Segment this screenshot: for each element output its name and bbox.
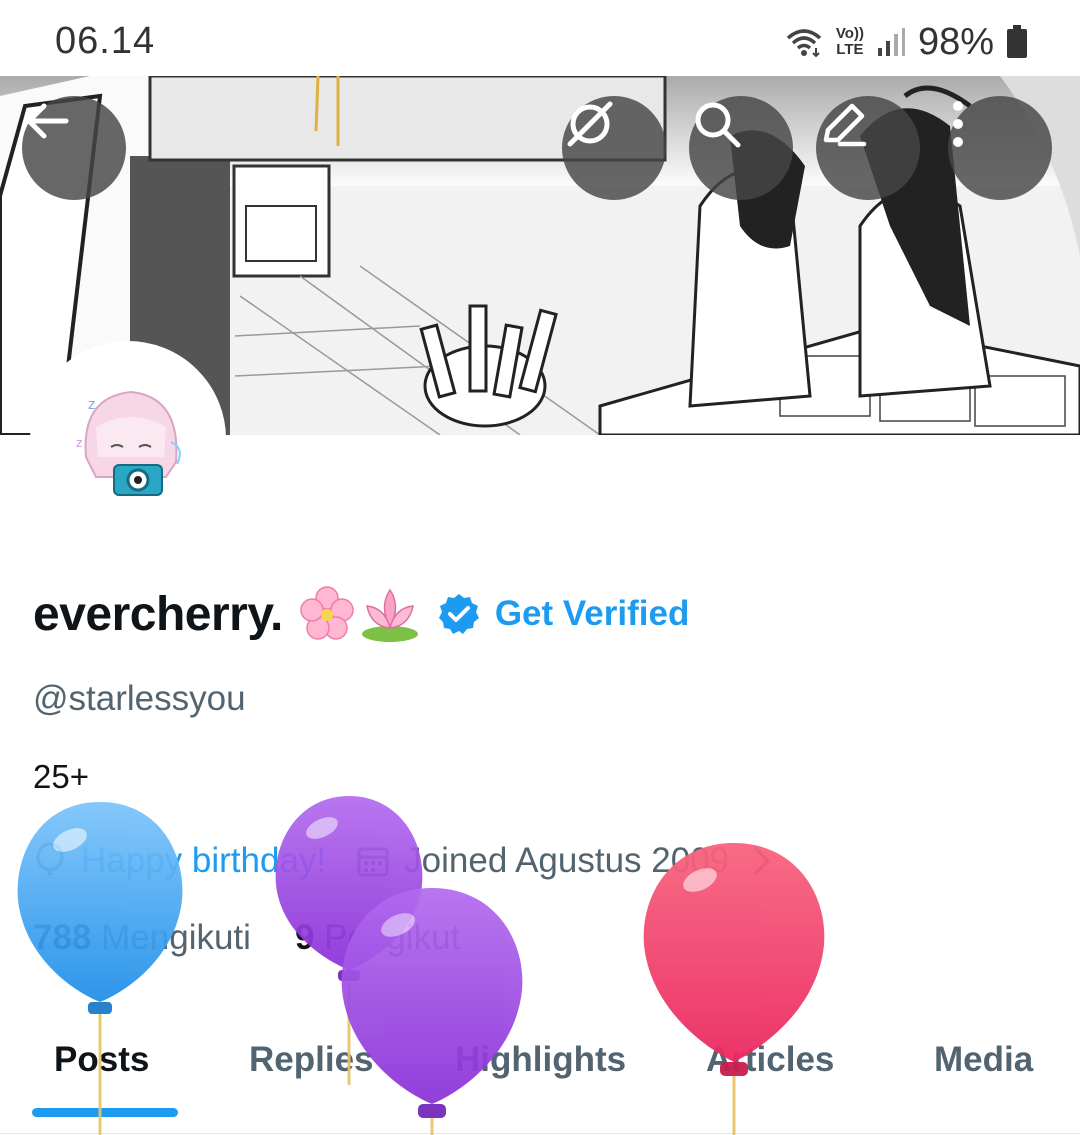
search-icon	[695, 102, 741, 148]
balloon-icon	[36, 842, 64, 875]
joined-date: Joined Agustus 2009	[404, 841, 730, 880]
avatar-image: z z	[36, 347, 220, 531]
back-icon	[26, 103, 69, 139]
tab-posts[interactable]: Posts	[54, 1040, 149, 1080]
birthday-text[interactable]: Happy birthday!	[81, 841, 326, 881]
avatar[interactable]: z z	[30, 341, 226, 537]
calendar-icon	[357, 847, 389, 877]
svg-text:z: z	[76, 436, 82, 450]
search-button[interactable]	[689, 96, 793, 200]
status-bar: 06.14 Vo)) LTE 98%	[0, 0, 1080, 76]
tab-media[interactable]: Media	[934, 1040, 1033, 1080]
active-tab-indicator	[32, 1108, 178, 1117]
followers-link[interactable]: 9 Pengikut	[295, 918, 460, 958]
tab-highlights[interactable]: Highlights	[455, 1040, 626, 1080]
grok-icon	[567, 101, 613, 147]
battery-percent: 98%	[917, 20, 994, 63]
following-link[interactable]: 788 Mengikuti	[33, 918, 251, 958]
profile-meta-row: Happy birthday! Joined Agustus 2009	[33, 838, 773, 884]
grok-button[interactable]	[562, 96, 666, 200]
followers-label: Pengikut	[324, 918, 461, 957]
status-icons: Vo)) LTE 98%	[784, 20, 1028, 64]
following-label: Mengikuti	[101, 918, 251, 957]
name-row: evercherry. Get Verified	[33, 582, 689, 646]
battery-icon	[1007, 25, 1027, 58]
cherry-blossom-icon	[300, 586, 354, 640]
wifi-icon	[786, 29, 822, 58]
volte-icon: Vo)) LTE	[836, 26, 864, 58]
more-options-button[interactable]	[948, 96, 1052, 200]
bio-text: 25+	[33, 758, 89, 795]
volte-bottom-label: LTE	[836, 41, 864, 58]
follow-stats-row: 788 Mengikuti 9 Pengikut	[33, 918, 460, 958]
edit-button[interactable]	[816, 96, 920, 200]
followers-count: 9	[294, 918, 315, 957]
status-time: 06.14	[55, 20, 156, 62]
edit-icon	[823, 103, 867, 147]
get-verified-link[interactable]: Get Verified	[495, 594, 690, 634]
lotus-icon	[361, 588, 418, 642]
tab-replies[interactable]: Replies	[249, 1040, 374, 1080]
user-handle: @starlessyou	[33, 679, 246, 718]
chevron-right-icon[interactable]	[751, 844, 773, 878]
volte-top-label: Vo))	[835, 25, 864, 42]
signal-icon	[877, 28, 905, 56]
profile-tabs: Posts Replies Highlights Articles Media	[0, 1020, 1080, 1135]
name-emojis	[297, 584, 421, 644]
display-name: evercherry.	[33, 587, 283, 641]
back-button[interactable]	[22, 96, 126, 200]
tab-divider	[0, 1133, 1080, 1134]
following-count: 788	[33, 918, 92, 957]
more-icon	[953, 101, 963, 147]
tab-articles[interactable]: Articles	[706, 1040, 834, 1080]
verified-badge-icon	[438, 594, 479, 634]
